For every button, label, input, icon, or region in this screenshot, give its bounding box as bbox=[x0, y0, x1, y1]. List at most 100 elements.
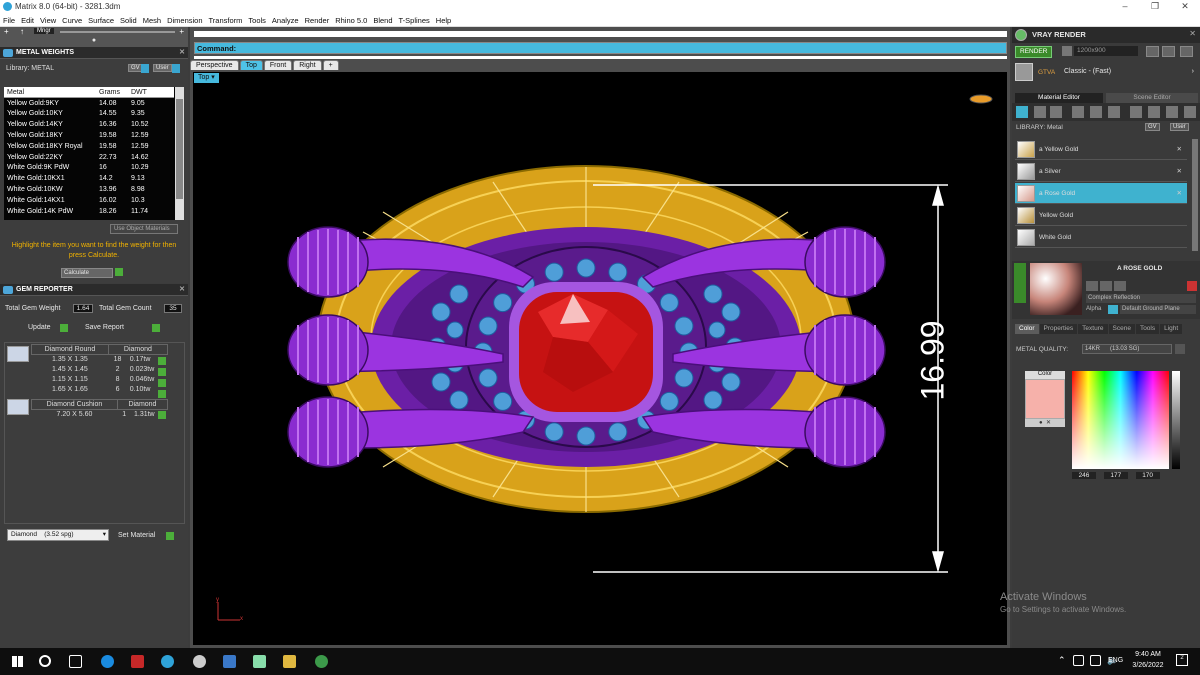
table-row[interactable]: 1.45 X 1.45 2 0.023tw bbox=[32, 365, 168, 375]
add-viewport-button[interactable]: + bbox=[322, 60, 339, 70]
list-item[interactable]: Yellow Gold bbox=[1015, 205, 1187, 226]
use-object-materials-checkbox[interactable]: Use Object Materials bbox=[110, 224, 178, 234]
menu-transform[interactable]: Transform bbox=[206, 14, 246, 27]
material-option-icon[interactable] bbox=[1114, 281, 1126, 291]
select-gem-icon[interactable] bbox=[158, 357, 166, 365]
tab-top[interactable]: Top bbox=[239, 60, 263, 70]
edge-icon[interactable] bbox=[101, 655, 114, 668]
tab-front[interactable]: Front bbox=[263, 60, 293, 70]
select-gem-icon[interactable] bbox=[158, 390, 166, 398]
table-row[interactable]: White Gold:9K PdW 16 10.29 bbox=[4, 162, 174, 174]
menu-dimension[interactable]: Dimension bbox=[164, 14, 205, 27]
notification-icon[interactable]: 2 bbox=[1176, 654, 1188, 666]
menu-mesh[interactable]: Mesh bbox=[140, 14, 164, 27]
camera-icon[interactable] bbox=[1062, 46, 1072, 56]
clock-date[interactable]: 3/26/2022 bbox=[1130, 662, 1166, 669]
settings-icon[interactable] bbox=[193, 655, 206, 668]
chrome-icon[interactable] bbox=[315, 655, 328, 668]
menu-solid[interactable]: Solid bbox=[117, 14, 140, 27]
material-tool-icon[interactable] bbox=[1034, 106, 1046, 118]
material-tool-icon[interactable] bbox=[1016, 106, 1028, 118]
command-input[interactable] bbox=[243, 43, 998, 53]
preset-value[interactable]: Classic - (Fast) bbox=[1064, 68, 1111, 75]
select-gem-icon[interactable] bbox=[158, 379, 166, 387]
render-button[interactable]: RENDER bbox=[1015, 46, 1053, 58]
color-swatch[interactable] bbox=[1025, 379, 1065, 419]
col-metal[interactable]: Metal bbox=[4, 87, 96, 99]
minimize-button[interactable]: – bbox=[1110, 1, 1140, 11]
table-row[interactable]: Yellow Gold:22KY 22.73 14.62 bbox=[4, 151, 174, 163]
add-icon-2[interactable]: + bbox=[179, 27, 184, 36]
update-go-icon[interactable] bbox=[60, 324, 68, 332]
tab-texture[interactable]: Texture bbox=[1078, 324, 1108, 334]
color-spectrum[interactable] bbox=[1072, 371, 1169, 469]
resolution-field[interactable]: 1200x900 bbox=[1074, 46, 1138, 56]
file-explorer-icon[interactable] bbox=[283, 655, 296, 668]
collapse-handle[interactable] bbox=[1014, 263, 1026, 303]
table-row[interactable]: Yellow Gold:9KY 14.08 9.05 bbox=[4, 97, 174, 109]
red-input[interactable]: 246 bbox=[1072, 472, 1096, 479]
table-row[interactable]: 1.65 X 1.65 6 0.10tw bbox=[32, 385, 168, 395]
select-gem-icon[interactable] bbox=[158, 368, 166, 376]
brightness-slider[interactable] bbox=[1172, 371, 1180, 469]
set-material-go-icon[interactable] bbox=[166, 532, 174, 540]
menu-blend[interactable]: Blend bbox=[370, 14, 395, 27]
user-toggle[interactable] bbox=[172, 64, 180, 73]
table-row[interactable]: Yellow Gold:18KY Royal 19.58 12.59 bbox=[4, 140, 174, 152]
save-report-go-icon[interactable] bbox=[152, 324, 160, 332]
tab-light[interactable]: Light bbox=[1160, 324, 1183, 334]
table-row[interactable]: 1.15 X 1.15 8 0.046tw bbox=[32, 375, 168, 385]
list-item[interactable]: White Gold bbox=[1015, 227, 1187, 248]
ground-plane-select[interactable]: Default Ground Plane bbox=[1120, 305, 1196, 314]
tab-scene[interactable]: Scene bbox=[1108, 324, 1135, 334]
table-row[interactable]: Yellow Gold:14KY 16.36 10.52 bbox=[4, 119, 174, 131]
material-tool-icon[interactable] bbox=[1184, 106, 1196, 118]
set-material-button[interactable]: Set Material bbox=[118, 532, 155, 539]
material-option-icon[interactable] bbox=[1086, 281, 1098, 291]
metal-quality-select[interactable]: 14KR (13.03 SG) bbox=[1082, 344, 1172, 354]
panel-grip[interactable]: ● bbox=[0, 37, 188, 47]
menu-rhino[interactable]: Rhino 5.0 bbox=[332, 14, 370, 27]
select-gem-icon[interactable] bbox=[158, 411, 166, 419]
app-icon[interactable] bbox=[131, 655, 144, 668]
alpha-toggle[interactable] bbox=[1108, 305, 1118, 314]
material-tool-icon[interactable] bbox=[1130, 106, 1142, 118]
tab-right[interactable]: Right bbox=[293, 60, 322, 70]
clock-time[interactable]: 9:40 AM bbox=[1132, 651, 1164, 658]
viewport[interactable]: Top ▾ 16.99 y x bbox=[193, 72, 1007, 645]
close-icon[interactable]: ✕ bbox=[179, 47, 185, 59]
table-scrollbar[interactable] bbox=[175, 87, 184, 220]
chevron-up-icon[interactable]: ⌃ bbox=[1058, 655, 1066, 666]
green-input[interactable]: 177 bbox=[1103, 472, 1128, 479]
user-button[interactable]: User bbox=[153, 64, 172, 72]
material-reset-icon[interactable] bbox=[1187, 281, 1197, 291]
table-row[interactable]: White Gold:14KX1 16.02 10.3 bbox=[4, 194, 174, 206]
task-view-icon[interactable] bbox=[69, 655, 82, 668]
metal-quality-icon[interactable] bbox=[1175, 344, 1185, 354]
menu-file[interactable]: File bbox=[0, 14, 18, 27]
menu-tsplines[interactable]: T-Splines bbox=[396, 14, 433, 27]
lang-indicator[interactable]: ENG bbox=[1108, 657, 1123, 664]
tab-tools[interactable]: Tools bbox=[1135, 324, 1160, 334]
add-icon[interactable]: + bbox=[4, 27, 9, 36]
material-tool-icon[interactable] bbox=[1072, 106, 1084, 118]
material-tool-icon[interactable] bbox=[1166, 106, 1178, 118]
table-row[interactable]: Yellow Gold:10KY 14.55 9.35 bbox=[4, 108, 174, 120]
menu-render[interactable]: Render bbox=[302, 14, 333, 27]
menu-curve[interactable]: Curve bbox=[59, 14, 85, 27]
matrix-icon[interactable] bbox=[161, 655, 174, 668]
chevron-right-icon[interactable]: › bbox=[1192, 68, 1194, 75]
pin-icon[interactable]: ↑ bbox=[20, 27, 24, 36]
close-icon[interactable]: ✕ bbox=[179, 284, 185, 296]
table-row[interactable]: 1.35 X 1.35 18 0.17tw bbox=[32, 355, 168, 365]
menu-tools[interactable]: Tools bbox=[245, 14, 269, 27]
swatch-tools[interactable]: ● ✕ bbox=[1025, 419, 1065, 427]
material-tool-icon[interactable] bbox=[1050, 106, 1062, 118]
menu-surface[interactable]: Surface bbox=[85, 14, 117, 27]
list-item[interactable]: a Yellow Gold ✕ bbox=[1015, 139, 1187, 160]
table-row[interactable]: 7.20 X 5.60 1 1.31tw bbox=[32, 410, 168, 420]
render-option-icon[interactable] bbox=[1180, 46, 1193, 57]
calculate-go-icon[interactable] bbox=[115, 267, 124, 276]
col-grams[interactable]: Grams bbox=[96, 87, 128, 99]
complex-reflection-field[interactable]: Complex Reflection bbox=[1086, 294, 1196, 303]
